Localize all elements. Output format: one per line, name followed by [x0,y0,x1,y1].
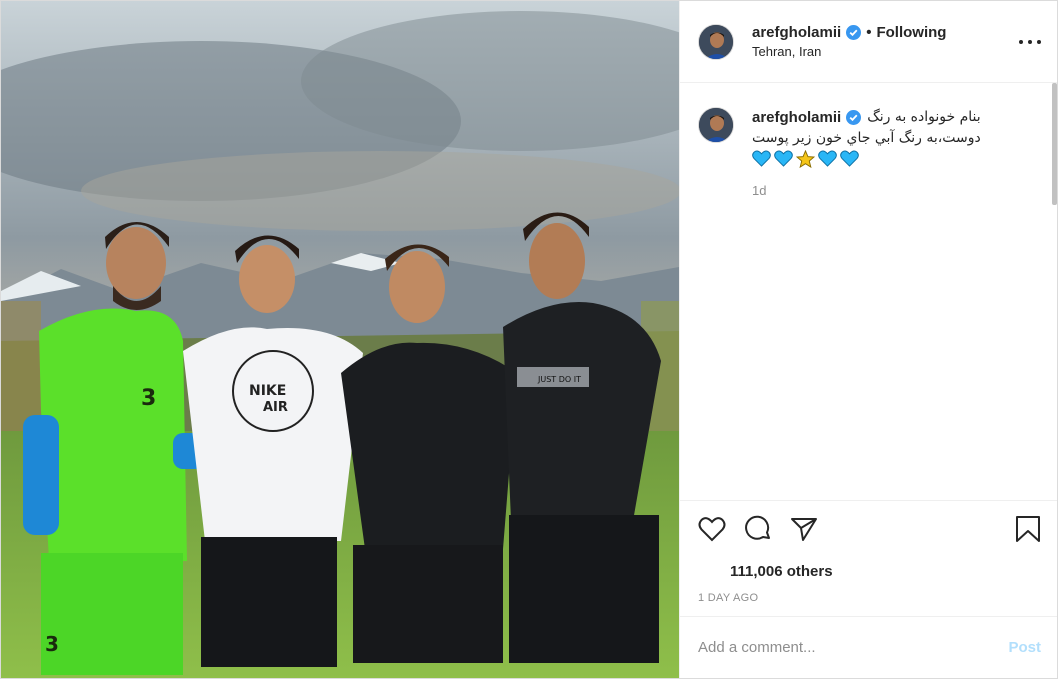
caption-text-line2: دوست،به رنگ آبي جاي خون زير پوست [752,130,981,146]
photo-image: 3 3 NIKE AIR JUST DO IT [1,1,679,678]
avatar[interactable] [698,23,734,60]
star-icon [796,150,815,168]
comments-area: arefgholamii بنام خونواده به رنگ دوست،به… [680,83,1057,500]
header-line: arefgholamii • Following [752,24,1019,41]
post-photo[interactable]: 3 3 NIKE AIR JUST DO IT [1,1,679,678]
verified-icon [846,110,862,125]
caption-username[interactable]: arefgholamii [752,107,841,128]
svg-text:NIKE: NIKE [249,383,286,399]
share-icon[interactable] [790,516,818,542]
heart-icon[interactable] [698,516,726,542]
blue-heart-icon [752,150,771,167]
svg-text:3: 3 [141,386,156,411]
comment-input[interactable] [698,639,1009,656]
comment-icon[interactable] [744,515,772,543]
svg-text:JUST DO IT: JUST DO IT [537,375,581,384]
post-sidebar: arefgholamii • Following Tehran, Iran ar… [679,1,1057,678]
likes-count[interactable]: 111,006 others [730,563,833,580]
caption-first-line: arefgholamii بنام خونواده به رنگ [752,107,1041,128]
likes-row: 111,006 others [680,556,1057,586]
post-button[interactable]: Post [1008,639,1041,656]
following-button[interactable]: Following [876,24,946,41]
action-bar [680,500,1057,556]
header-text: arefgholamii • Following Tehran, Iran [752,24,1019,59]
svg-text:3: 3 [45,632,59,656]
header-username[interactable]: arefgholamii [752,24,841,41]
caption-body: arefgholamii بنام خونواده به رنگ دوست،به… [752,107,1041,201]
more-icon[interactable] [1019,39,1041,44]
blue-heart-icon [840,150,859,167]
caption: arefgholamii بنام خونواده به رنگ دوست،به… [698,107,1041,201]
post-header: arefgholamii • Following Tehran, Iran [680,1,1057,83]
blue-heart-icon [774,150,793,167]
verified-icon [846,25,862,40]
post-modal: 3 3 NIKE AIR JUST DO IT arefgholamii • F… [0,0,1058,679]
svg-text:AIR: AIR [263,400,288,415]
post-date[interactable]: 1 DAY AGO [680,586,1057,616]
add-comment-bar: Post [680,616,1057,678]
blue-heart-icon [818,150,837,167]
likes-avatar [698,560,720,582]
caption-emojis [752,150,1041,168]
header-separator: • [866,24,872,41]
caption-avatar[interactable] [698,107,734,143]
location-link[interactable]: Tehran, Iran [752,44,1019,59]
bookmark-icon[interactable] [1015,515,1041,543]
comments-scrollbar[interactable] [1052,83,1057,205]
caption-time[interactable]: 1d [752,180,1041,201]
caption-text-line1: بنام خونواده به رنگ [867,109,981,125]
